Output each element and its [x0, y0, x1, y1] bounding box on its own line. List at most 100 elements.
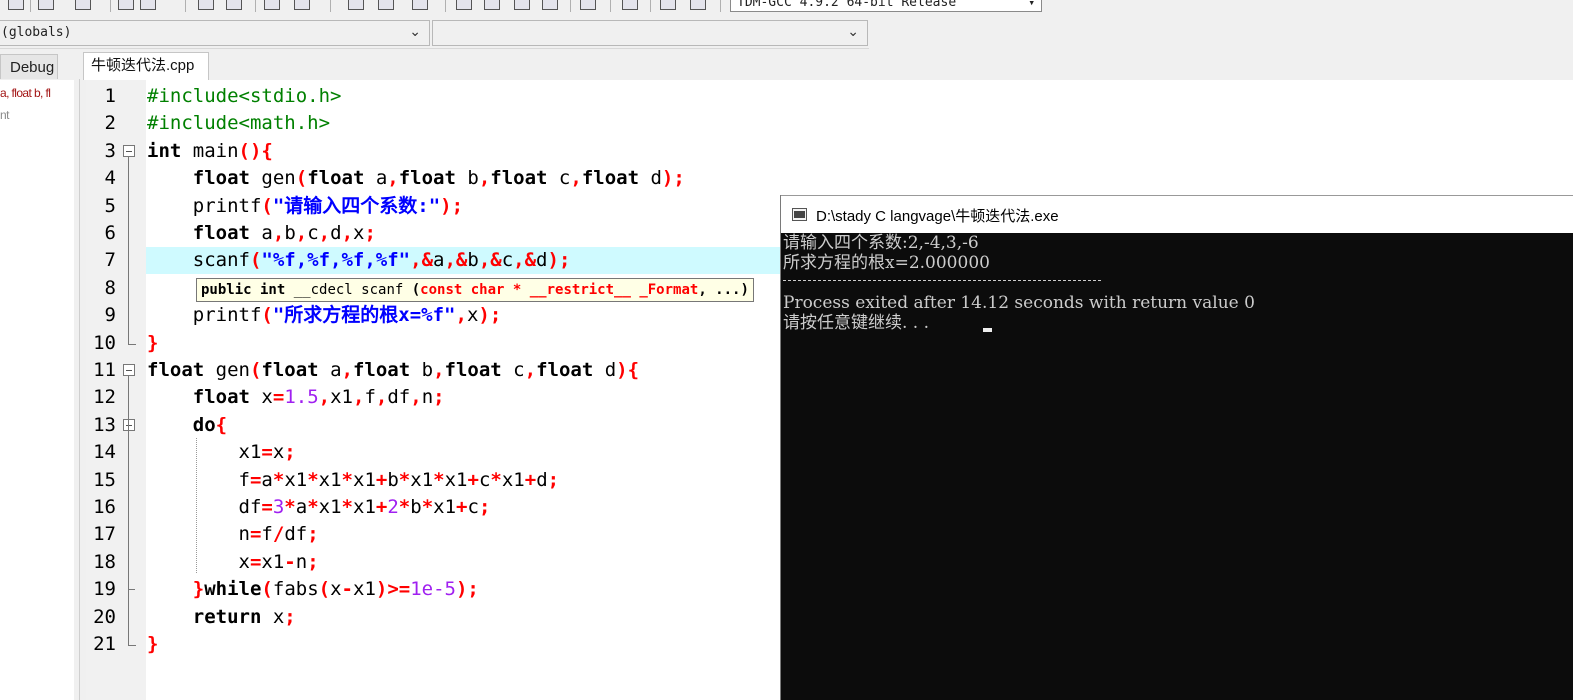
line-number: 15 [93, 468, 116, 491]
undo-icon[interactable] [118, 0, 134, 10]
code-token: while [204, 578, 262, 601]
new-file-icon[interactable] [8, 0, 24, 10]
code-token: = [249, 468, 262, 491]
code-token: int [147, 139, 182, 162]
run-icon[interactable] [378, 0, 394, 10]
grid-icon[interactable] [514, 0, 530, 10]
console-output[interactable]: 请输入四个系数:2,-4,3,-6 所求方程的根x=2.000000 Proce… [781, 233, 1573, 700]
compile-run-icon[interactable] [412, 0, 428, 10]
compiler-select[interactable]: TDM-GCC 4.9.2 64-bit Release ▾ [730, 0, 1042, 12]
code-token: float [536, 359, 594, 381]
code-token: ,& [410, 249, 434, 272]
code-line[interactable]: df=3*a*x1*x1+2*b*x1+c; [147, 494, 491, 521]
code-line[interactable]: x1=x; [147, 439, 296, 466]
compile-icon[interactable] [348, 0, 364, 10]
code-token: + [467, 468, 479, 491]
code-line[interactable]: printf("请输入四个系数:"); [147, 193, 463, 220]
code-token: x1 [284, 468, 308, 491]
code-token: * [307, 468, 319, 491]
code-token: { [215, 413, 228, 436]
tab-file[interactable]: 牛顿迭代法.cpp [83, 52, 209, 80]
code-line[interactable]: float a,b,c,d,x; [147, 220, 376, 247]
close-icon[interactable] [690, 0, 706, 10]
code-line[interactable]: do{ [147, 412, 227, 439]
code-token: , [410, 386, 422, 409]
code-token: ); [547, 249, 571, 272]
console-title-bar[interactable]: D:\stady C langvage\牛顿迭代法.exe [781, 195, 1573, 233]
code-token: ){ [616, 359, 640, 381]
code-token: , [524, 359, 537, 381]
code-line[interactable]: x=x1-n; [147, 549, 319, 576]
code-token: x1 [433, 496, 457, 518]
code-line[interactable]: int main(){ [147, 138, 273, 165]
code-line[interactable]: printf("所求方程的根x=%f",x); [147, 302, 502, 329]
code-token: x [261, 605, 285, 628]
console-window[interactable]: D:\stady C langvage\牛顿迭代法.exe 请输入四个系数:2,… [780, 195, 1573, 700]
class-icon[interactable] [622, 0, 638, 10]
code-token: * [272, 468, 285, 491]
code-token: , [295, 222, 308, 244]
code-token: c [547, 167, 571, 190]
code-token: ( [249, 359, 262, 381]
list-item[interactable]: nt [0, 108, 9, 122]
project-icon[interactable] [580, 0, 596, 10]
list-item[interactable]: a, float b, fl [0, 86, 51, 100]
debug-icon[interactable] [484, 0, 500, 10]
code-token: df [284, 523, 308, 546]
function-dropdown[interactable]: ⌄ [432, 20, 868, 46]
code-line[interactable]: float gen(float a,float b,float c,float … [147, 165, 685, 192]
code-token: (){ [238, 139, 273, 162]
code-line[interactable]: return x; [147, 604, 296, 631]
code-token: + [456, 496, 468, 518]
fold-toggle-icon[interactable] [123, 418, 135, 431]
code-token: x [330, 578, 342, 601]
replace-icon[interactable] [226, 0, 242, 10]
rebuild-icon[interactable] [456, 0, 472, 10]
line-number: 20 [93, 605, 116, 628]
fold-toggle-icon[interactable] [123, 144, 135, 157]
code-token: ; [284, 441, 296, 464]
code-line[interactable]: scanf("%f,%f,%f,%f",&a,&b,&c,&d); [147, 247, 571, 274]
window-icon[interactable] [542, 0, 558, 10]
code-line[interactable]: float gen(float a,float b,float c,float … [147, 357, 639, 384]
code-token: 1.5 [284, 386, 319, 409]
code-token: x1 [318, 496, 342, 518]
code-token: float [192, 167, 250, 190]
tab-debug[interactable]: Debug [0, 54, 58, 79]
check-icon[interactable] [660, 0, 676, 10]
fold-tick [128, 589, 135, 591]
code-line[interactable]: } [147, 330, 158, 357]
code-token: ,& [478, 249, 502, 272]
code-line[interactable]: f=a*x1*x1*x1+b*x1*x1+c*x1+d; [147, 467, 560, 494]
find-icon[interactable] [198, 0, 214, 10]
indent-icon[interactable] [294, 0, 310, 10]
code-token: + [375, 496, 388, 518]
globals-dropdown[interactable]: (globals) ⌄ [0, 20, 430, 46]
code-line[interactable]: #include<math.h> [147, 110, 330, 137]
line-number: 4 [104, 167, 116, 190]
code-line[interactable]: n=f/df; [147, 521, 319, 548]
code-token: + [524, 468, 537, 491]
save-icon[interactable] [75, 0, 91, 10]
line-number-gutter: 1 2 3 4 5 6 7 8 9 10 11 12 13 14 15 16 17 18 19 20 21 [86, 80, 146, 700]
code-line[interactable]: }while(fabs(x-x1)>=1e-5); [147, 576, 479, 603]
line-number: 10 [93, 331, 116, 354]
code-token: ; [547, 468, 560, 491]
code-line[interactable]: #include<stdio.h> [147, 83, 341, 110]
code-token: c [307, 222, 319, 244]
code-line[interactable]: } [147, 631, 158, 658]
open-icon[interactable] [38, 0, 54, 10]
code-token: ; [433, 386, 445, 409]
code-token: do [192, 413, 216, 436]
code-token: float [147, 359, 205, 381]
code-token: float [352, 359, 411, 381]
code-line[interactable]: float x=1.5,x1,f,df,n; [147, 384, 445, 411]
fold-toggle-icon[interactable] [123, 364, 135, 376]
goto-icon[interactable] [264, 0, 280, 10]
line-number: 19 [93, 578, 116, 601]
code-token: d [639, 167, 662, 190]
redo-icon[interactable] [140, 0, 156, 10]
